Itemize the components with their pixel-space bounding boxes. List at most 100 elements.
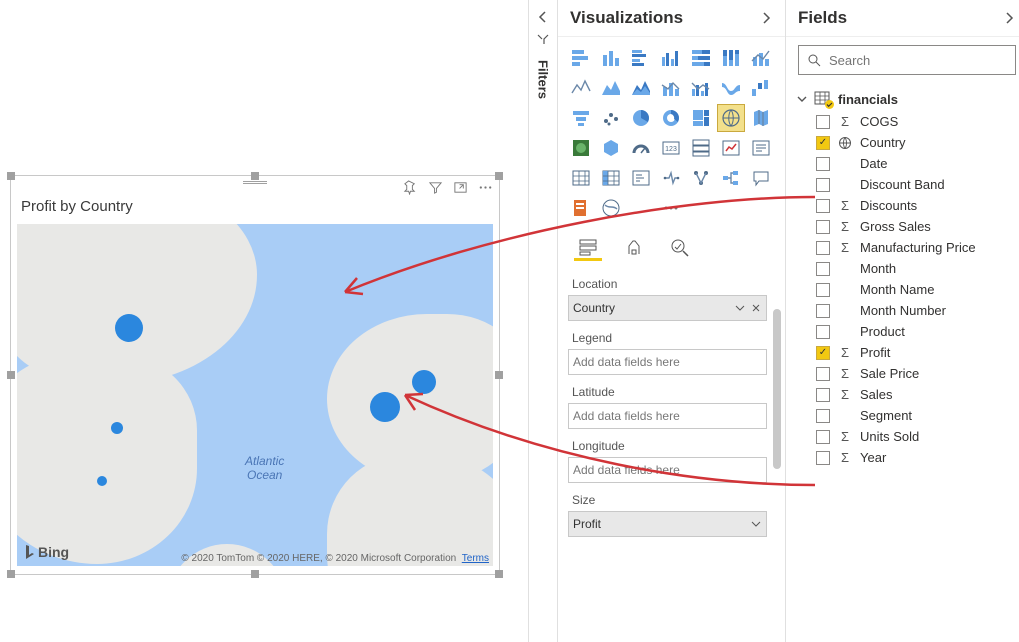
clustered-bar-icon[interactable] [628, 45, 654, 71]
size-well[interactable]: Profit [568, 511, 767, 537]
collapse-viz-icon[interactable] [759, 11, 773, 25]
latitude-well[interactable]: Add data fields here [568, 403, 767, 429]
table-icon[interactable] [568, 165, 594, 191]
bubble-germany[interactable] [412, 370, 436, 394]
py-visual-icon[interactable] [658, 165, 684, 191]
field-checkbox[interactable] [816, 367, 830, 381]
analytics-tab-icon[interactable] [666, 235, 694, 261]
resize-handle[interactable] [7, 371, 15, 379]
azure-map-icon[interactable] [598, 135, 624, 161]
kpi-icon[interactable] [718, 135, 744, 161]
resize-handle[interactable] [495, 570, 503, 578]
fields-tab-icon[interactable] [574, 235, 602, 261]
pin-icon[interactable] [403, 180, 418, 195]
line-stacked-column-icon[interactable] [658, 75, 684, 101]
card-icon[interactable]: 123 [658, 135, 684, 161]
field-checkbox[interactable] [816, 220, 830, 234]
field-checkbox[interactable] [816, 199, 830, 213]
scrollbar[interactable] [773, 309, 781, 469]
scatter-icon[interactable] [598, 105, 624, 131]
table-financials[interactable]: financials [796, 87, 1019, 111]
report-canvas[interactable]: Profit by Country Atlantic Ocean [0, 0, 528, 642]
line-chart-icon[interactable] [748, 45, 774, 71]
field-row[interactable]: Date [796, 153, 1019, 174]
matrix-icon[interactable] [598, 165, 624, 191]
slicer-icon[interactable] [748, 135, 774, 161]
field-checkbox[interactable] [816, 262, 830, 276]
bubble-france[interactable] [370, 392, 400, 422]
area-icon[interactable] [598, 75, 624, 101]
paginated-report-icon[interactable] [568, 195, 594, 221]
chevron-down-icon[interactable] [750, 518, 762, 530]
line-clustered-column-icon[interactable] [688, 75, 714, 101]
bubble-mexico[interactable] [97, 476, 107, 486]
filled-map-icon[interactable] [748, 105, 774, 131]
field-row[interactable]: ΣManufacturing Price [796, 237, 1019, 258]
resize-handle[interactable] [495, 371, 503, 379]
drag-handle-icon[interactable] [243, 180, 267, 186]
field-row[interactable]: Month Name [796, 279, 1019, 300]
ribbon-icon[interactable] [718, 75, 744, 101]
resize-handle[interactable] [251, 570, 259, 578]
field-checkbox[interactable] [816, 115, 830, 129]
search-box[interactable] [798, 45, 1016, 75]
shape-map-icon[interactable] [568, 135, 594, 161]
field-row[interactable]: ΣGross Sales [796, 216, 1019, 237]
field-checkbox[interactable] [816, 241, 830, 255]
r-visual-icon[interactable] [628, 165, 654, 191]
hundred-stacked-bar-icon[interactable] [688, 45, 714, 71]
search-input[interactable] [827, 52, 1007, 69]
stacked-column-icon[interactable] [598, 45, 624, 71]
gauge-icon[interactable] [628, 135, 654, 161]
focus-mode-icon[interactable] [453, 180, 468, 195]
filter-icon[interactable] [428, 180, 443, 195]
treemap-icon[interactable] [688, 105, 714, 131]
field-row[interactable]: ΣSale Price [796, 363, 1019, 384]
map-body[interactable]: Atlantic Ocean Bing © 2020 TomTom © 2020… [17, 224, 493, 566]
field-row[interactable]: Product [796, 321, 1019, 342]
more-options-icon[interactable] [478, 180, 493, 195]
field-checkbox[interactable] [816, 346, 830, 360]
format-tab-icon[interactable] [620, 235, 648, 261]
field-row[interactable]: Month Number [796, 300, 1019, 321]
resize-handle[interactable] [495, 172, 503, 180]
powerapps-icon[interactable] [628, 195, 654, 221]
field-row[interactable]: Month [796, 258, 1019, 279]
field-checkbox[interactable] [816, 178, 830, 192]
field-checkbox[interactable] [816, 388, 830, 402]
line-icon[interactable] [568, 75, 594, 101]
longitude-well[interactable]: Add data fields here [568, 457, 767, 483]
field-row[interactable]: Country [796, 132, 1019, 153]
terms-link[interactable]: Terms [462, 553, 489, 564]
location-well[interactable]: Country [568, 295, 767, 321]
collapse-fields-icon[interactable] [1002, 11, 1016, 25]
field-checkbox[interactable] [816, 325, 830, 339]
field-checkbox[interactable] [816, 304, 830, 318]
field-row[interactable]: ΣCOGS [796, 111, 1019, 132]
funnel-icon[interactable] [568, 105, 594, 131]
field-row[interactable]: Discount Band [796, 174, 1019, 195]
field-row[interactable]: ΣSales [796, 384, 1019, 405]
qa-visual-icon[interactable] [748, 165, 774, 191]
key-influencers-icon[interactable] [688, 165, 714, 191]
bubble-canada[interactable] [115, 314, 143, 342]
field-checkbox[interactable] [816, 283, 830, 297]
expand-table-icon[interactable] [796, 93, 808, 105]
pie-icon[interactable] [628, 105, 654, 131]
map-icon[interactable] [718, 105, 744, 131]
field-checkbox[interactable] [816, 157, 830, 171]
field-row[interactable]: ΣProfit [796, 342, 1019, 363]
multi-row-card-icon[interactable] [688, 135, 714, 161]
more-visuals-icon[interactable] [658, 195, 684, 221]
stacked-bar-icon[interactable] [568, 45, 594, 71]
field-row[interactable]: ΣYear [796, 447, 1019, 468]
resize-handle[interactable] [251, 172, 259, 180]
field-row[interactable]: ΣDiscounts [796, 195, 1019, 216]
arcgis-icon[interactable] [598, 195, 624, 221]
stacked-area-icon[interactable] [628, 75, 654, 101]
field-row[interactable]: Segment [796, 405, 1019, 426]
waterfall-icon[interactable] [748, 75, 774, 101]
filters-pane-collapsed[interactable]: Filters [528, 0, 558, 642]
field-checkbox[interactable] [816, 430, 830, 444]
clustered-column-icon[interactable] [658, 45, 684, 71]
